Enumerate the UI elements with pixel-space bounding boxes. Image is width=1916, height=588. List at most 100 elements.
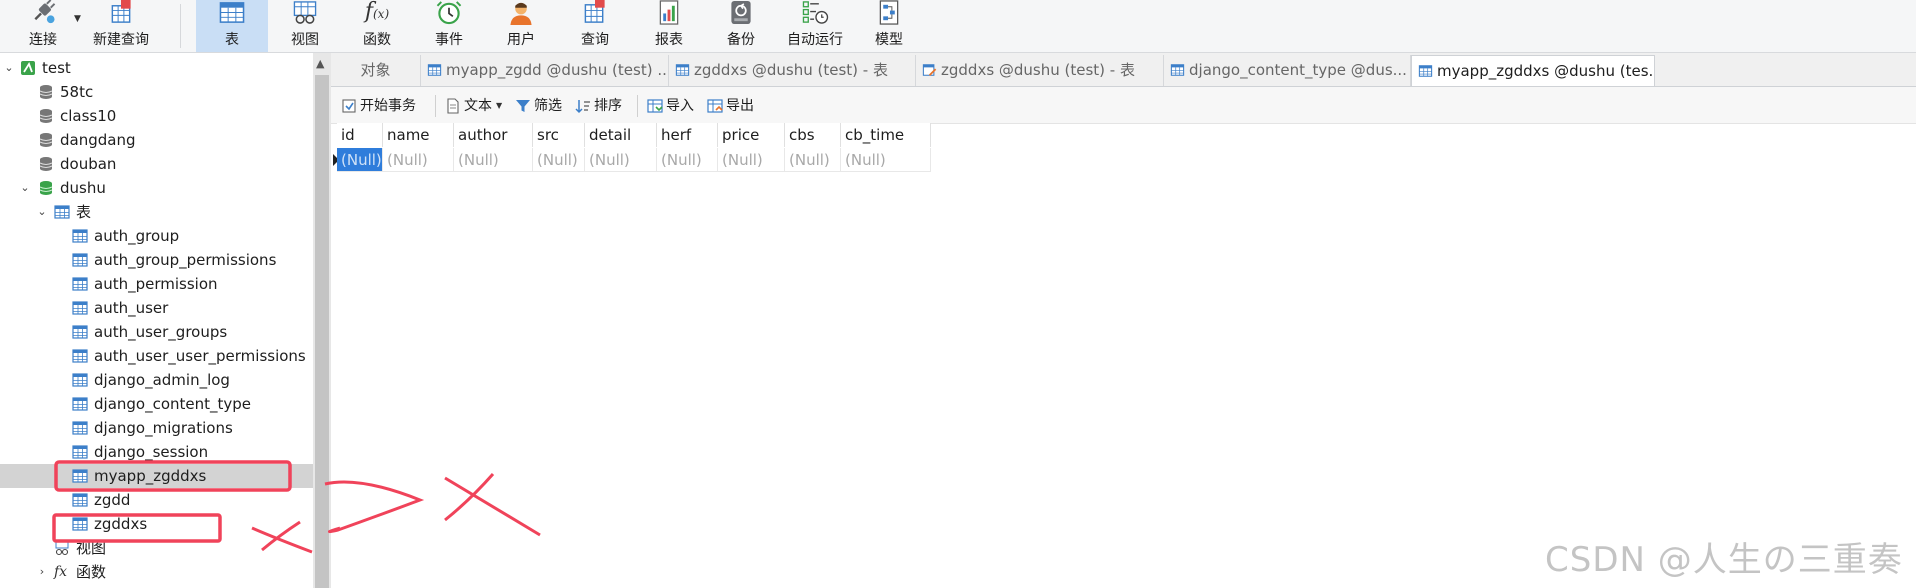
tree-item-database[interactable]: dangdang [0,128,313,152]
database-icon [39,133,53,147]
collapse-chevron-icon[interactable]: ⌄ [2,56,16,80]
user-label: 用户 [507,32,535,48]
sort-button[interactable]: 排序 [575,96,622,116]
scrollbar-thumb[interactable] [315,75,329,588]
tab-zgddxs[interactable]: zgddxs @dushu (test) - 表 [669,55,916,86]
tree-item-database[interactable]: douban [0,152,313,176]
tree-item-label: 视图 [76,539,107,557]
column-header[interactable]: price [718,123,785,147]
connect-button[interactable]: 连接 [18,0,68,52]
export-button[interactable]: 导出 [707,96,754,116]
event-button[interactable]: 事件 [414,0,484,52]
tree-item-label: 函数 [76,563,107,581]
column-header[interactable]: id [337,123,383,147]
tree-item-table[interactable]: auth_permission [0,272,313,296]
table-cell[interactable]: (Null) [585,148,657,172]
table-icon [72,373,88,387]
report-button[interactable]: 报表 [634,0,704,52]
tree-item-label: django_content_type [94,395,252,413]
tree-item-functions-folder[interactable]: › fx 函数 [0,560,313,584]
expand-chevron-icon[interactable]: › [35,560,49,584]
navigator-scrollbar[interactable]: ▲ [313,53,331,588]
tree-item-label: class10 [60,107,117,125]
tree-item-label: django_session [94,443,209,461]
backup-button[interactable]: 备份 [706,0,776,52]
tree-item-label: auth_group [94,227,180,245]
tree-item-table[interactable]: auth_group_permissions [0,248,313,272]
tree-item-database-dushu[interactable]: ⌄ dushu [0,176,313,200]
tree-item-table-selected[interactable]: myapp_zgddxs [0,464,313,488]
table-button[interactable]: 表 [196,0,268,52]
table-icon [72,325,88,339]
model-button[interactable]: 模型 [854,0,924,52]
tree-item-views-folder[interactable]: 视图 [0,536,313,560]
tree-item-table[interactable]: zgddxs [0,512,313,536]
tree-item-table[interactable]: django_session [0,440,313,464]
event-label: 事件 [435,32,463,48]
new-query-button[interactable]: 新建查询 [88,0,154,52]
table-cell[interactable]: (Null) [454,148,533,172]
column-header[interactable]: cbs [785,123,841,147]
table-cell[interactable]: (Null) [785,148,841,172]
table-cell[interactable]: (Null) [337,148,383,172]
filter-button[interactable]: 筛选 [515,96,562,116]
text-button[interactable]: 文本 ▼ [445,96,502,116]
query-button[interactable]: 查询 [558,0,632,52]
collapse-chevron-icon[interactable]: ⌄ [18,176,32,200]
function-button[interactable]: f(x) 函数 [342,0,412,52]
main-toolbar: 连接 ▼ 新建查询 表 视图 f(x) 函数 事件 用户 查询 报表 备份 自动… [0,0,1916,53]
view-button[interactable]: 视图 [270,0,340,52]
tree-item-table[interactable]: auth_user_user_permissions [0,344,313,368]
tree-item-table[interactable]: django_admin_log [0,368,313,392]
new-query-icon [111,0,131,23]
tab-objects[interactable]: 对象 [331,55,421,86]
tree-item-label: auth_user [94,299,169,317]
database-open-icon [39,181,53,195]
tab-myapp-zgdd[interactable]: myapp_zgdd @dushu (test) ... [421,55,669,86]
tab-label: zgddxs @dushu (test) - 表 [941,61,1135,79]
user-button[interactable]: 用户 [486,0,556,52]
table-cell[interactable]: (Null) [383,148,454,172]
table-cell[interactable]: (Null) [841,148,931,172]
tree-item-table[interactable]: auth_user [0,296,313,320]
table-icon [1170,64,1185,76]
table-cell[interactable]: (Null) [718,148,785,172]
import-button[interactable]: 导入 [647,96,694,116]
database-icon [39,85,53,99]
tree-item-table[interactable]: django_content_type [0,392,313,416]
collapse-chevron-icon[interactable]: ⌄ [35,200,49,224]
connect-dropdown-icon[interactable]: ▼ [74,14,81,24]
tab-zgddxs-design[interactable]: zgddxs @dushu (test) - 表 [916,55,1164,86]
data-toolbar: 开始事务 文本 ▼ 筛选 排序 导入 导出 [331,87,1916,124]
tree-item-database[interactable]: 58tc [0,80,313,104]
tree-item-tables-folder[interactable]: ⌄ 表 [0,200,313,224]
table-cell[interactable]: (Null) [533,148,585,172]
tree-item-label: 表 [76,203,92,221]
table-icon [675,64,690,76]
scroll-up-icon[interactable]: ▲ [316,57,324,70]
column-header[interactable]: herf [657,123,718,147]
tab-label: 对象 [360,61,391,79]
tree-item-table[interactable]: django_migrations [0,416,313,440]
column-header[interactable]: src [533,123,585,147]
tree-item-table[interactable]: auth_group [0,224,313,248]
tree-item-table[interactable]: zgdd [0,488,313,512]
tree-item-label: 58tc [60,83,94,101]
column-header[interactable]: author [454,123,533,147]
begin-transaction-button[interactable]: 开始事务 [341,96,416,116]
auto-run-button[interactable]: 自动运行 [778,0,852,52]
schedule-icon [802,1,829,24]
table-cell[interactable]: (Null) [657,148,718,172]
column-header[interactable]: cb_time [841,123,931,147]
tab-label: django_content_type @dus... [1189,61,1407,79]
column-header[interactable]: name [383,123,454,147]
tab-django-content-type[interactable]: django_content_type @dus... [1164,55,1411,86]
connection-icon [21,61,35,75]
column-header[interactable]: detail [585,123,657,147]
function-label: 函数 [363,32,391,48]
tree-item-table[interactable]: auth_user_groups [0,320,313,344]
database-icon [39,109,53,123]
tree-item-connection-test[interactable]: ⌄ test [0,56,313,80]
tree-item-database[interactable]: class10 [0,104,313,128]
tab-myapp-zgddxs[interactable]: myapp_zgddxs @dushu (tes... [1411,55,1655,86]
